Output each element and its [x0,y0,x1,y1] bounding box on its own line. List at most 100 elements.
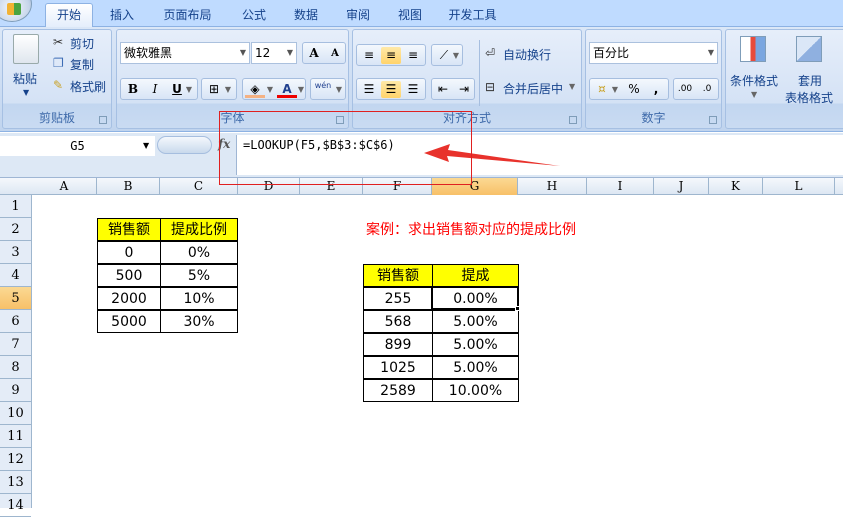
fill-handle[interactable] [515,306,520,311]
increase-indent-icon[interactable]: ⇥ [454,81,474,98]
currency-icon[interactable]: ¤ [592,81,612,98]
example-caption[interactable]: 案例：求出销售额对应的提成比例 [366,219,576,239]
row-header-4[interactable]: 4 [0,264,31,287]
bold-button[interactable]: B [123,81,143,98]
table-cell[interactable]: 5000 [97,310,161,333]
shrink-font-button[interactable]: A [325,45,345,62]
name-box-dropdown-icon[interactable]: ▼ [143,136,149,156]
row-header-6[interactable]: 6 [0,310,31,333]
column-header-l[interactable]: L [763,178,835,195]
table-cell[interactable]: 568 [363,310,433,333]
table-cell[interactable]: 2589 [363,379,433,402]
tab-view[interactable]: 视图 [388,5,432,27]
tab-review[interactable]: 审阅 [336,5,380,27]
merge-center-button[interactable]: 合并后居中 [503,80,563,97]
align-right-icon[interactable]: ☰ [403,81,423,98]
alignment-launcher-icon[interactable] [569,116,577,124]
borders-button[interactable]: ⊞ ▼ [201,78,237,100]
italic-button[interactable]: I [145,81,165,98]
table-format-button-line2[interactable]: 表格格式 [785,89,833,106]
conditional-format-button[interactable]: 条件格式 [730,72,778,89]
name-box[interactable]: G5 [0,136,155,156]
tab-formulas[interactable]: 公式 [232,5,276,27]
font-launcher-icon[interactable] [336,116,344,124]
chevron-down-icon[interactable]: ▼ [610,81,620,98]
table-cell[interactable]: 30% [160,310,238,333]
copy-button[interactable]: 复制 [70,56,94,73]
chevron-down-icon[interactable]: ▼ [751,90,757,99]
increase-decimal-button[interactable]: .00 [675,81,695,98]
tab-page-layout[interactable]: 页面布局 [155,5,220,27]
tab-developer[interactable]: 开发工具 [440,5,505,27]
formula-bar-splitter[interactable] [157,136,212,154]
comma-button[interactable]: , [646,81,666,98]
row-header-2[interactable]: 2 [0,218,31,241]
percent-button[interactable]: % [624,81,644,98]
row-header-3[interactable]: 3 [0,241,31,264]
chevron-down-icon[interactable]: ▼ [265,81,275,98]
align-left-icon[interactable]: ☰ [359,81,379,98]
table-format-button-line1[interactable]: 套用 [798,72,822,89]
paste-clipboard-icon[interactable] [13,34,39,64]
row-header-1[interactable]: 1 [0,195,31,218]
table-header-rate[interactable]: 提成比例 [160,218,238,241]
table-cell[interactable]: 5.00% [432,333,519,356]
chevron-down-icon[interactable]: ▼ [296,81,306,98]
tab-insert[interactable]: 插入 [100,5,144,27]
cut-button[interactable]: 剪切 [70,35,94,52]
number-launcher-icon[interactable] [709,116,717,124]
office-button[interactable] [0,0,32,22]
wrap-text-button[interactable]: 自动换行 [503,46,551,63]
column-header-c[interactable]: C [160,178,238,195]
column-header-g[interactable]: G [432,178,518,195]
align-top-icon[interactable]: ≡ [359,47,379,64]
row-header-11[interactable]: 11 [0,425,31,448]
column-header-e[interactable]: E [300,178,363,195]
table-header-sales[interactable]: 销售额 [363,264,433,287]
row-header-8[interactable]: 8 [0,356,31,379]
tab-data[interactable]: 数据 [284,5,328,27]
column-header-d[interactable]: D [238,178,300,195]
table-cell-selected[interactable]: 0.00% [432,287,519,310]
table-cell[interactable]: 0% [160,241,238,264]
table-cell[interactable]: 255 [363,287,433,310]
font-color-button[interactable]: A [277,81,297,98]
align-center-icon[interactable]: ☰ [381,81,401,98]
align-bottom-icon[interactable]: ≡ [403,47,423,64]
table-header-sales[interactable]: 销售额 [97,218,161,241]
grow-font-button[interactable]: A [304,45,324,62]
decrease-indent-icon[interactable]: ⇤ [433,81,453,98]
decrease-decimal-button[interactable]: .0 [697,81,717,98]
table-cell[interactable]: 2000 [97,287,161,310]
fill-color-icon[interactable]: ◈ [245,81,265,98]
phonetic-button[interactable]: wén ▼ [310,78,346,100]
row-header-7[interactable]: 7 [0,333,31,356]
column-header-a[interactable]: A [32,178,97,195]
tab-home[interactable]: 开始 [45,3,93,28]
orientation-button[interactable]: ⟋ ▼ [431,44,463,66]
column-header-j[interactable]: J [654,178,709,195]
table-cell[interactable]: 500 [97,264,161,287]
table-cell[interactable]: 5.00% [432,310,519,333]
paste-button[interactable]: 粘贴 [13,70,37,87]
number-format-select[interactable]: 百分比 ▼ [589,42,718,64]
column-header-k[interactable]: K [709,178,763,195]
row-header-5[interactable]: 5 [0,287,31,310]
row-header-9[interactable]: 9 [0,379,31,402]
table-cell[interactable]: 1025 [363,356,433,379]
table-cell[interactable]: 10.00% [432,379,519,402]
chevron-down-icon[interactable]: ▼ [569,82,575,91]
column-header-b[interactable]: B [97,178,160,195]
font-name-select[interactable]: 微软雅黑 ▼ [120,42,250,64]
table-cell[interactable]: 10% [160,287,238,310]
insert-function-icon[interactable]: fx [218,137,230,151]
clipboard-launcher-icon[interactable] [99,116,107,124]
row-header-10[interactable]: 10 [0,402,31,425]
table-cell[interactable]: 5% [160,264,238,287]
table-header-commission[interactable]: 提成 [432,264,519,287]
format-painter-button[interactable]: 格式刷 [70,78,106,95]
column-header-h[interactable]: H [518,178,587,195]
paste-dropdown-icon[interactable]: ▼ [23,88,29,97]
row-header-13[interactable]: 13 [0,471,31,494]
chevron-down-icon[interactable]: ▼ [183,81,195,98]
